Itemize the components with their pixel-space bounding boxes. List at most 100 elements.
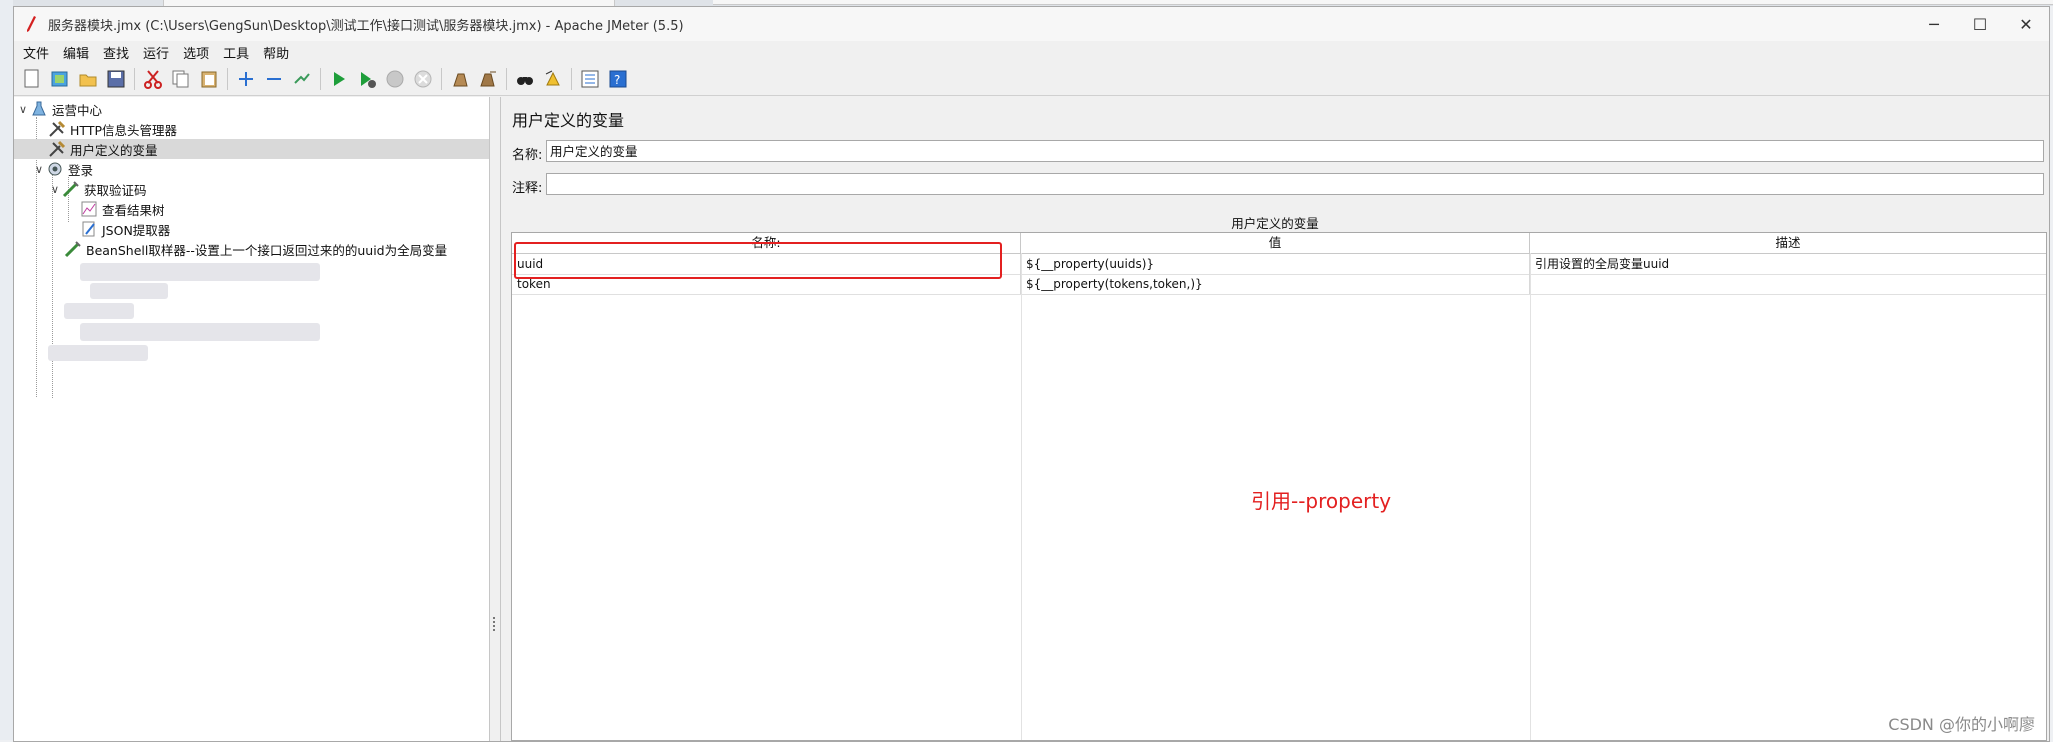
- comment-field[interactable]: [546, 173, 2044, 195]
- templates-icon[interactable]: [48, 67, 72, 91]
- minimize-button[interactable]: ─: [1911, 7, 1957, 41]
- sampler-icon: [64, 240, 82, 258]
- toolbar-separator: [320, 68, 321, 90]
- cell-description[interactable]: 引用设置的全局变量uuid: [1530, 254, 2046, 274]
- background-window-fragment: [713, 0, 2053, 5]
- function-helper-icon[interactable]: [578, 67, 602, 91]
- toolbar-separator: [571, 68, 572, 90]
- pane-splitter[interactable]: [490, 97, 501, 741]
- tree-node-label: 查看结果树: [102, 202, 165, 218]
- test-plan-icon: [30, 100, 48, 118]
- clear-icon[interactable]: [448, 67, 472, 91]
- cell-description[interactable]: [1530, 274, 2046, 294]
- maximize-button[interactable]: ☐: [1957, 7, 2003, 41]
- reset-search-icon[interactable]: [541, 67, 565, 91]
- menu-search[interactable]: 查找: [96, 43, 136, 62]
- tree-node-label: 登录: [68, 162, 94, 178]
- sampler-icon: [62, 180, 80, 198]
- clear-all-icon[interactable]: [476, 67, 500, 91]
- obscured-tree-node: [48, 345, 148, 361]
- shutdown-icon[interactable]: [411, 67, 435, 91]
- window-title: 服务器模块.jmx (C:\Users\GengSun\Desktop\测试工作…: [48, 18, 684, 34]
- save-icon[interactable]: [104, 67, 128, 91]
- config-element-icon: [48, 140, 66, 158]
- open-icon[interactable]: [76, 67, 100, 91]
- listener-icon: [80, 200, 98, 218]
- obscured-tree-node: [64, 303, 134, 319]
- title-bar: 服务器模块.jmx (C:\Users\GengSun\Desktop\测试工作…: [14, 7, 2049, 41]
- watermark: CSDN @你的小啊廖: [1888, 715, 2035, 734]
- start-no-pause-icon[interactable]: [355, 67, 379, 91]
- tree-node-label: 运营中心: [52, 102, 103, 118]
- new-icon[interactable]: [20, 67, 44, 91]
- window-controls: ─ ☐ ✕: [1911, 7, 2049, 41]
- toolbar: ?: [14, 63, 2049, 96]
- tree-node-label: 用户定义的变量: [70, 142, 158, 158]
- column-header-value[interactable]: 值: [1021, 233, 1530, 253]
- cell-value[interactable]: ${__property(uuids)}: [1021, 254, 1530, 274]
- obscured-tree-node: [90, 283, 168, 299]
- tree-node-beanshell-sampler[interactable]: BeanShell取样器--设置上一个接口返回过来的的uuid为全局变量: [64, 239, 447, 259]
- search-icon[interactable]: [513, 67, 537, 91]
- tree-node-test-plan[interactable]: ∨ 运营中心: [16, 99, 102, 119]
- tree-node-thread-group-login[interactable]: ∨ 登录: [32, 159, 93, 179]
- tree-node-view-results-tree[interactable]: 查看结果树: [80, 199, 165, 219]
- toolbar-separator: [441, 68, 442, 90]
- tree-node-label: BeanShell取样器--设置上一个接口返回过来的的uuid为全局变量: [86, 242, 448, 258]
- close-button[interactable]: ✕: [2003, 7, 2049, 41]
- config-element-icon: [48, 120, 66, 138]
- name-label: 名称:: [512, 148, 543, 163]
- table-caption: 用户定义的变量: [1231, 216, 1319, 231]
- toolbar-separator: [506, 68, 507, 90]
- test-plan-tree: ∨ 运营中心 HTTP信息头管理器 用户定义的变量 ∨ 登录 ∨ 获取验证码 查…: [14, 97, 490, 741]
- chevron-down-icon[interactable]: ∨: [48, 183, 62, 196]
- cut-icon[interactable]: [141, 67, 165, 91]
- toggle-icon[interactable]: [290, 67, 314, 91]
- svg-text:?: ?: [614, 73, 620, 87]
- jmeter-feather-icon: [22, 15, 40, 33]
- menu-tools[interactable]: 工具: [216, 43, 256, 62]
- column-divider: [1530, 253, 1531, 740]
- menu-help[interactable]: 帮助: [256, 43, 296, 62]
- toolbar-separator: [227, 68, 228, 90]
- extractor-icon: [80, 220, 98, 238]
- comment-label: 注释:: [512, 181, 543, 196]
- chevron-down-icon[interactable]: ∨: [32, 163, 46, 176]
- start-icon[interactable]: [327, 67, 351, 91]
- menu-run[interactable]: 运行: [136, 43, 176, 62]
- tree-node-json-extractor[interactable]: JSON提取器: [80, 219, 170, 239]
- desktop-edge: [0, 0, 14, 740]
- collapse-icon[interactable]: [262, 67, 286, 91]
- variables-table: 名称: 值 描述 uuid ${__property(uuids)} 引用设置的…: [511, 232, 2047, 741]
- obscured-tree-node: [80, 263, 320, 281]
- help-icon[interactable]: ?: [606, 67, 630, 91]
- menu-options[interactable]: 选项: [176, 43, 216, 62]
- tree-node-http-header-manager[interactable]: HTTP信息头管理器: [48, 119, 177, 139]
- jmeter-window: 服务器模块.jmx (C:\Users\GengSun\Desktop\测试工作…: [13, 6, 2050, 742]
- tree-node-label: 获取验证码: [84, 182, 147, 198]
- chevron-down-icon[interactable]: ∨: [16, 103, 30, 116]
- column-header-description[interactable]: 描述: [1530, 233, 2046, 253]
- column-divider: [1021, 253, 1022, 740]
- splitter-grip-icon[interactable]: [493, 617, 499, 631]
- expand-icon[interactable]: [234, 67, 258, 91]
- copy-icon[interactable]: [169, 67, 193, 91]
- thread-group-icon: [46, 160, 64, 178]
- tree-node-label: HTTP信息头管理器: [70, 122, 177, 138]
- annotation-text: 引用--property: [1251, 489, 1392, 513]
- menu-edit[interactable]: 编辑: [56, 43, 96, 62]
- tree-node-user-defined-variables[interactable]: 用户定义的变量: [14, 139, 489, 159]
- cell-value[interactable]: ${__property(tokens,token,)}: [1021, 274, 1530, 294]
- stop-icon[interactable]: [383, 67, 407, 91]
- panel-title: 用户定义的变量: [512, 111, 625, 130]
- menu-file[interactable]: 文件: [16, 43, 56, 62]
- tree-node-get-captcha[interactable]: ∨ 获取验证码: [48, 179, 147, 199]
- menu-bar: 文件 编辑 查找 运行 选项 工具 帮助: [14, 41, 2049, 63]
- name-field[interactable]: 用户定义的变量: [546, 140, 2044, 162]
- paste-icon[interactable]: [197, 67, 221, 91]
- obscured-tree-node: [80, 323, 320, 341]
- highlight-box: [514, 242, 1002, 279]
- toolbar-separator: [134, 68, 135, 90]
- tree-node-label: JSON提取器: [102, 222, 171, 238]
- user-defined-variables-panel: 用户定义的变量 名称: 用户定义的变量 注释: 用户定义的变量 名称: 值 描述…: [502, 97, 2048, 741]
